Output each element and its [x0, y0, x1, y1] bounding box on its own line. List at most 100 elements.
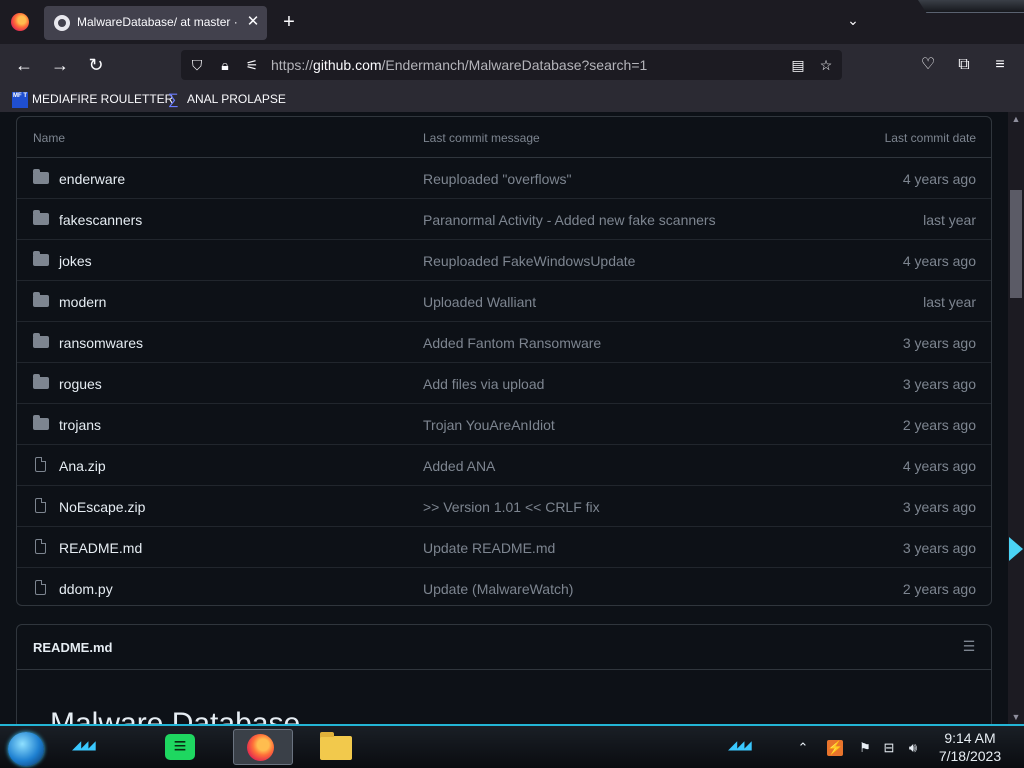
table-row[interactable]: ddom.py Update (MalwareWatch) 2 years ago [17, 568, 991, 609]
table-row[interactable]: README.md Update README.md 3 years ago [17, 527, 991, 568]
bookmark-label: MEDIAFIRE ROULETTER [32, 92, 174, 106]
clock-date: 7/18/2023 [938, 748, 1002, 764]
bookmark-star-icon[interactable]: ☆ [817, 56, 835, 74]
bookmark-item[interactable]: MF T MEDIAFIRE ROULETTER [12, 90, 173, 108]
clock[interactable]: 9:14 AM 7/18/2023 [930, 729, 1010, 765]
table-row[interactable]: trojans Trojan YouAreAnIdiot 2 years ago [17, 404, 991, 445]
hamburger-menu-icon[interactable]: ≡ [989, 54, 1011, 76]
permissions-icon[interactable]: ⚟ [243, 56, 261, 74]
file-explorer-icon [320, 732, 352, 760]
browser-tab-active[interactable]: MalwareDatabase/ at master · E ✕ [44, 6, 267, 40]
scrollbar-thumb[interactable] [1010, 190, 1022, 298]
file-name-link[interactable]: fakescanners [59, 212, 142, 228]
flag-icon[interactable]: ⚑ [857, 740, 873, 756]
scroll-down-icon[interactable]: ▼ [1008, 710, 1024, 724]
forward-arrow-icon[interactable]: → [49, 54, 71, 76]
commit-message-link[interactable]: Paranormal Activity - Added new fake sca… [423, 212, 716, 228]
commit-message-link[interactable]: Trojan YouAreAnIdiot [423, 417, 555, 433]
readme-header: README.md ☰ [17, 625, 991, 670]
spotify-icon [165, 733, 195, 760]
file-name-link[interactable]: NoEscape.zip [59, 499, 145, 515]
taskbar-spotify[interactable] [160, 729, 200, 765]
commit-message-link[interactable]: Reuploaded FakeWindowsUpdate [423, 253, 635, 269]
show-hidden-icons-icon[interactable]: ⌃ [795, 740, 811, 756]
commit-date: 4 years ago [902, 171, 976, 187]
bookmark-label: ANAL PROLAPSE [187, 92, 286, 106]
shield-icon[interactable]: ⛉ [188, 56, 206, 74]
file-name-link[interactable]: trojans [59, 417, 101, 433]
pocket-icon[interactable]: ♡ [917, 54, 939, 76]
file-name-link[interactable]: ransomwares [59, 335, 143, 351]
commit-date: 3 years ago [902, 376, 976, 392]
column-header-message: Last commit message [423, 131, 540, 145]
new-tab-button[interactable]: + [278, 11, 300, 33]
table-row[interactable]: fakescanners Paranormal Activity - Added … [17, 199, 991, 240]
commit-date: 3 years ago [902, 540, 976, 556]
list-all-tabs-icon[interactable]: ⌄ [843, 12, 863, 32]
close-tab-icon[interactable]: ✕ [245, 13, 261, 31]
readme-panel: README.md ☰ Malware Database [16, 624, 992, 724]
bookmarks-toolbar: MF T MEDIAFIRE ROULETTER ∑ ANAL PROLAPSE [0, 86, 1024, 113]
scroll-up-icon[interactable]: ▲ [1008, 112, 1024, 126]
table-row[interactable]: jokes Reuploaded FakeWindowsUpdate 4 years… [17, 240, 991, 281]
extensions-icon[interactable]: ⧉ [953, 54, 975, 76]
back-arrow-icon[interactable]: ← [13, 54, 35, 76]
commit-message-link[interactable]: Add files via upload [423, 376, 544, 392]
app-tray-icon[interactable]: ⚡ [827, 740, 843, 756]
network-icon[interactable]: ⊟ [881, 740, 897, 756]
taskbar-decoration-chevrons: ◢◢◢ [72, 738, 96, 752]
browser-tab-strip: MalwareDatabase/ at master · E ✕ + ⌄ [0, 0, 1024, 44]
file-name-link[interactable]: rogues [59, 376, 102, 392]
firefox-icon [247, 734, 274, 761]
commit-message-link[interactable]: Reuploaded "overflows" [423, 171, 571, 187]
taskbar-firefox[interactable] [233, 729, 293, 765]
commit-message-link[interactable]: >> Version 1.01 << CRLF fix [423, 499, 600, 515]
table-row[interactable]: Ana.zip Added ANA 4 years ago [17, 445, 991, 486]
file-name-link[interactable]: Ana.zip [59, 458, 106, 474]
github-favicon-icon [54, 15, 70, 31]
file-icon [35, 457, 46, 472]
commit-date: last year [923, 212, 976, 228]
commit-message-link[interactable]: Added ANA [423, 458, 495, 474]
file-name-link[interactable]: modern [59, 294, 106, 310]
window-frame-decoration [918, 0, 1024, 13]
volume-icon[interactable]: 🔊︎ [905, 740, 921, 756]
page-scrollbar[interactable]: ▲ ▼ [1008, 112, 1024, 724]
reload-icon[interactable]: ↻ [85, 54, 107, 76]
url-text[interactable]: https://github.com/Endermanch/MalwareDat… [271, 57, 647, 73]
file-name-link[interactable]: jokes [59, 253, 92, 269]
address-bar[interactable]: ⛉ 🔒︎ ⚟ https://github.com/Endermanch/Mal… [181, 50, 842, 80]
commit-message-link[interactable]: Uploaded Walliant [423, 294, 536, 310]
commit-message-link[interactable]: Added Fantom Ransomware [423, 335, 601, 351]
lock-icon[interactable]: 🔒︎ [216, 56, 234, 74]
file-name-link[interactable]: enderware [59, 171, 125, 187]
mouse-cursor-icon [1009, 537, 1023, 561]
mediafire-icon: MF T [12, 91, 28, 108]
file-icon [35, 580, 46, 595]
table-row[interactable]: enderware Reuploaded "overflows" 4 years a… [17, 158, 991, 199]
table-row[interactable]: modern Uploaded Walliant last year [17, 281, 991, 322]
commit-message-link[interactable]: Update README.md [423, 540, 555, 556]
taskbar: ◢◢◢ ◢◢◢ ⌃ ⚡ ⚑ ⊟ 🔊︎ 9:14 AM 7/18/2023 [0, 724, 1024, 768]
table-row[interactable]: NoEscape.zip >> Version 1.01 << CRLF fix 3… [17, 486, 991, 527]
taskbar-file-explorer[interactable] [316, 729, 356, 765]
commit-date: 4 years ago [902, 458, 976, 474]
start-button[interactable] [8, 732, 44, 766]
file-name-link[interactable]: ddom.py [59, 581, 113, 597]
readme-title[interactable]: README.md [33, 640, 112, 655]
commit-date: 2 years ago [902, 581, 976, 597]
file-list-header: Name Last commit message Last commit dat… [17, 117, 991, 158]
reader-view-icon[interactable]: ▤ [789, 56, 807, 74]
firefox-menu-icon[interactable] [11, 13, 29, 31]
file-icon [35, 498, 46, 513]
bookmark-item[interactable]: ∑ ANAL PROLAPSE [168, 90, 286, 108]
commit-date: last year [923, 294, 976, 310]
tab-title: MalwareDatabase/ at master · E [77, 15, 242, 29]
folder-icon [33, 251, 49, 266]
table-row[interactable]: rogues Add files via upload 3 years ago [17, 363, 991, 404]
folder-icon [33, 374, 49, 389]
outline-list-icon[interactable]: ☰ [961, 638, 977, 654]
table-row[interactable]: ransomwares Added Fantom Ransomware 3 year… [17, 322, 991, 363]
commit-message-link[interactable]: Update (MalwareWatch) [423, 581, 573, 597]
file-name-link[interactable]: README.md [59, 540, 142, 556]
